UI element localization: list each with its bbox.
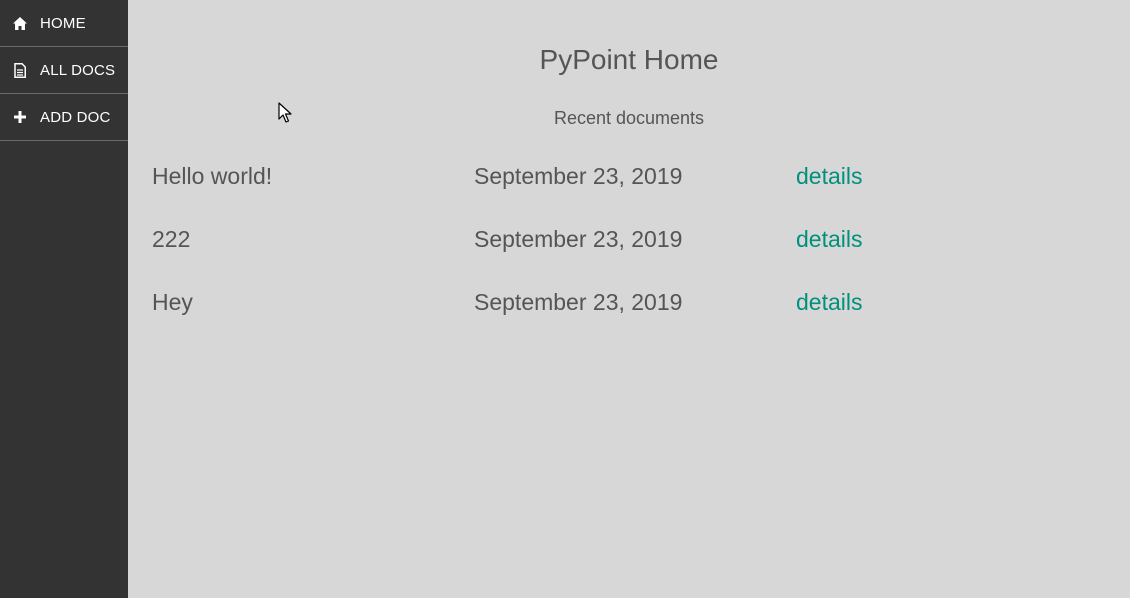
details-link[interactable]: details xyxy=(796,163,862,190)
sidebar-item-label: ADD DOC xyxy=(40,108,111,126)
list-item: Hello world! September 23, 2019 details xyxy=(152,160,1052,223)
document-icon xyxy=(12,62,28,78)
sidebar-item-label: HOME xyxy=(40,14,86,32)
document-title: Hello world! xyxy=(152,163,273,189)
mouse-cursor-icon xyxy=(278,102,292,123)
list-item: Hey September 23, 2019 details xyxy=(152,286,1052,349)
home-icon xyxy=(12,15,28,31)
page-title: PyPoint Home xyxy=(539,44,719,75)
sidebar-item-all-docs[interactable]: ALL DOCS xyxy=(0,47,128,94)
document-date: September 23, 2019 xyxy=(474,226,683,252)
details-link[interactable]: details xyxy=(796,226,862,253)
document-date: September 23, 2019 xyxy=(474,289,683,315)
sidebar: HOME ALL DOCS ADD DOC xyxy=(0,0,128,598)
sidebar-item-home[interactable]: HOME xyxy=(0,0,128,47)
sidebar-item-label: ALL DOCS xyxy=(40,61,116,79)
document-title: 222 xyxy=(152,226,191,252)
document-list: Hello world! September 23, 2019 details … xyxy=(152,160,1052,349)
main-content: PyPoint Home Recent documents Hello worl… xyxy=(128,0,1130,598)
details-link[interactable]: details xyxy=(796,289,862,316)
list-item: 222 September 23, 2019 details xyxy=(152,223,1052,286)
plus-icon xyxy=(12,109,28,125)
sidebar-item-add-doc[interactable]: ADD DOC xyxy=(0,94,128,141)
document-date: September 23, 2019 xyxy=(474,163,683,189)
app-window: HOME ALL DOCS ADD DOC PyPoint Home Recen… xyxy=(0,0,1130,598)
document-title: Hey xyxy=(152,289,193,315)
